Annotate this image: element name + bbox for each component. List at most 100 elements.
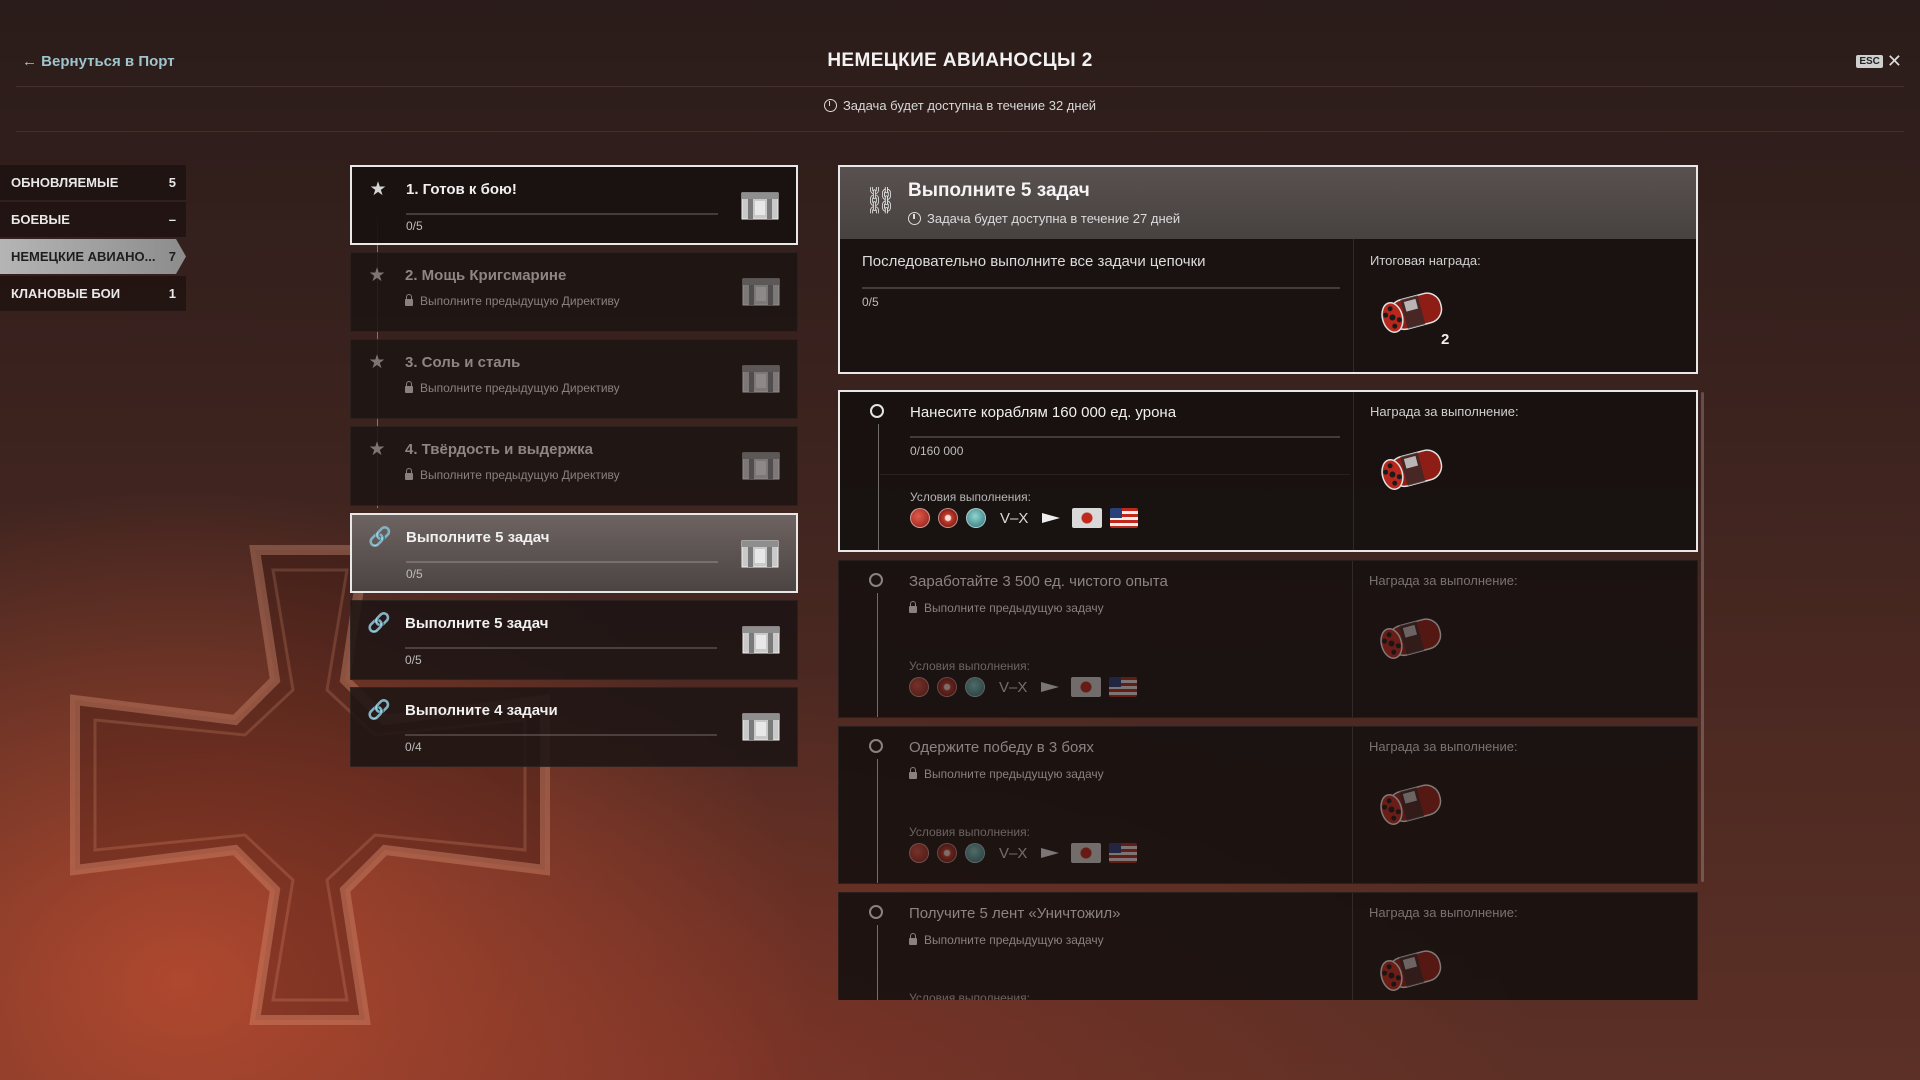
battle-type-icon[interactable] (910, 508, 930, 528)
battle-type-icon[interactable] (937, 677, 957, 697)
conditions-label: Условия выполнения: (909, 825, 1030, 839)
column-divider (1352, 727, 1353, 883)
lock-icon (909, 933, 917, 945)
subtask-progress-bar (910, 436, 1340, 438)
conditions-label: Условия выполнения: (909, 991, 1030, 1000)
star-icon: ★ (368, 265, 386, 286)
reward-label: Награда за выполнение: (1370, 404, 1519, 419)
reward-container-icon[interactable] (1373, 941, 1451, 1000)
directive-item[interactable]: 🔗 Выполните 5 задач 0/5 (350, 513, 798, 593)
directive-item[interactable]: 🔗 Выполните 4 задачи 0/4 (350, 687, 798, 767)
reward-container-icon[interactable] (1373, 775, 1451, 835)
nation-flag-icon[interactable] (1072, 508, 1103, 528)
star-icon: ★ (368, 439, 386, 460)
lock-icon (909, 601, 917, 613)
reward-label: Награда за выполнение: (1369, 905, 1518, 920)
directive-progress-bar (406, 561, 718, 563)
column-divider (1352, 893, 1353, 1000)
top-bar (16, 0, 1904, 87)
crate-reward-icon (742, 278, 780, 306)
crate-reward-icon (741, 192, 779, 220)
directive-list: ★ 1. Готов к бою! 0/5 ★ 2. Мощь Кригсмарине В… (350, 165, 798, 774)
subtask-item[interactable]: Нанесите кораблям 160 000 ед. урона 0/160… (838, 390, 1698, 552)
directive-item[interactable]: 🔗 Выполните 5 задач 0/5 (350, 600, 798, 680)
conditions-label: Условия выполнения: (909, 659, 1030, 673)
lock-icon (405, 381, 413, 393)
directive-progress: 0/4 (405, 740, 422, 754)
subtask-connector-line (878, 424, 879, 550)
nation-flag-icon[interactable] (1109, 677, 1138, 697)
ship-class-icon[interactable] (1041, 682, 1063, 692)
subtask-name: Получите 5 лент «Уничтожил» (909, 905, 1121, 922)
directive-progress-bar (405, 647, 717, 649)
battle-type-icon[interactable] (965, 677, 985, 697)
chain-link-icon: 🔗 (367, 613, 391, 634)
lock-icon (405, 294, 413, 306)
status-circle-icon (870, 404, 884, 418)
category-item-2[interactable]: НЕМЕЦКИЕ АВИАНО... 7 (0, 239, 186, 274)
battle-type-icon[interactable] (909, 677, 929, 697)
category-item-1[interactable]: БОЕВЫЕ – (0, 202, 186, 237)
lock-icon (909, 767, 917, 779)
directive-item[interactable]: ★ 2. Мощь Кригсмарине Выполните предыдущую… (350, 252, 798, 332)
battle-type-icon[interactable] (966, 508, 986, 528)
conditions-row: V–X (909, 843, 1138, 863)
subtask-lock-note: Выполните предыдущую задачу (909, 767, 1104, 781)
chain-link-icon: ⛓ (864, 185, 898, 215)
nation-flag-icon[interactable] (1110, 508, 1139, 528)
close-button[interactable]: ESC ✕ (1856, 52, 1902, 70)
lock-text: Выполните предыдущую задачу (924, 601, 1104, 615)
close-icon: ✕ (1886, 51, 1902, 71)
status-circle-icon (869, 905, 883, 919)
subtask-lock-note: Выполните предыдущую задачу (909, 601, 1104, 615)
chain-time-text: Задача будет доступна в течение 27 дней (927, 211, 1181, 226)
battle-type-icon[interactable] (909, 843, 929, 863)
battle-type-icon[interactable] (938, 508, 958, 528)
crate-reward-icon (742, 626, 780, 654)
category-label: БОЕВЫЕ (11, 212, 70, 227)
time-remaining: Задача будет доступна в течение 32 дней (0, 98, 1920, 113)
conditions-label: Условия выполнения: (910, 490, 1031, 504)
lock-text: Выполните предыдущую задачу (924, 767, 1104, 781)
category-label: КЛАНОВЫЕ БОИ (11, 286, 121, 301)
lock-text: Выполните предыдущую Директиву (420, 468, 620, 482)
nation-flag-icon[interactable] (1071, 843, 1102, 863)
subtask-item[interactable]: Получите 5 лент «Уничтожил» Выполните пре… (838, 892, 1698, 1000)
directive-name: 4. Твёрдость и выдержка (405, 441, 593, 458)
ship-class-icon[interactable] (1042, 513, 1064, 523)
battle-type-icon[interactable] (965, 843, 985, 863)
nation-flag-icon[interactable] (1109, 843, 1138, 863)
category-item-3[interactable]: КЛАНОВЫЕ БОИ 1 (0, 276, 186, 311)
battle-type-icon[interactable] (937, 843, 957, 863)
column-divider (1352, 561, 1353, 717)
subtask-divider (880, 474, 1350, 475)
subtask-progress: 0/160 000 (910, 444, 964, 458)
clock-icon (908, 212, 921, 225)
page-title: НЕМЕЦКИЕ АВИАНОСЦЫ 2 (827, 50, 1093, 71)
ship-class-icon[interactable] (1041, 848, 1063, 858)
status-circle-icon (869, 573, 883, 587)
subtask-scrollbar[interactable] (1701, 392, 1704, 882)
tier-range: V–X (1000, 509, 1029, 527)
subtask-name: Одержите победу в 3 боях (909, 739, 1094, 756)
crate-reward-icon (742, 713, 780, 741)
reward-count: 2 (1441, 331, 1450, 348)
directive-item[interactable]: ★ 4. Твёрдость и выдержка Выполните предыд… (350, 426, 798, 506)
directive-progress-bar (405, 734, 717, 736)
directive-name: 1. Готов к бою! (406, 181, 517, 198)
star-icon: ★ (369, 179, 387, 200)
directive-item[interactable]: ★ 1. Готов к бою! 0/5 (350, 165, 798, 245)
category-count: 1 (168, 286, 176, 301)
category-count: 5 (168, 175, 176, 190)
subtask-item[interactable]: Заработайте 3 500 ед. чистого опыта Выпол… (838, 560, 1698, 718)
category-list: ОБНОВЛЯЕМЫЕ 5 БОЕВЫЕ – НЕМЕЦКИЕ АВИАНО... 7 КЛ… (0, 165, 186, 313)
directive-item[interactable]: ★ 3. Соль и сталь Выполните предыдущую Дир… (350, 339, 798, 419)
reward-container-icon[interactable] (1374, 440, 1452, 500)
subtask-item[interactable]: Одержите победу в 3 боях Выполните предыд… (838, 726, 1698, 884)
final-reward-label: Итоговая награда: (1370, 253, 1481, 268)
category-item-0[interactable]: ОБНОВЛЯЕМЫЕ 5 (0, 165, 186, 200)
reward-container-icon[interactable] (1373, 609, 1451, 669)
directive-name: 3. Соль и сталь (405, 354, 521, 371)
nation-flag-icon[interactable] (1071, 677, 1102, 697)
directive-progress: 0/5 (405, 653, 422, 667)
